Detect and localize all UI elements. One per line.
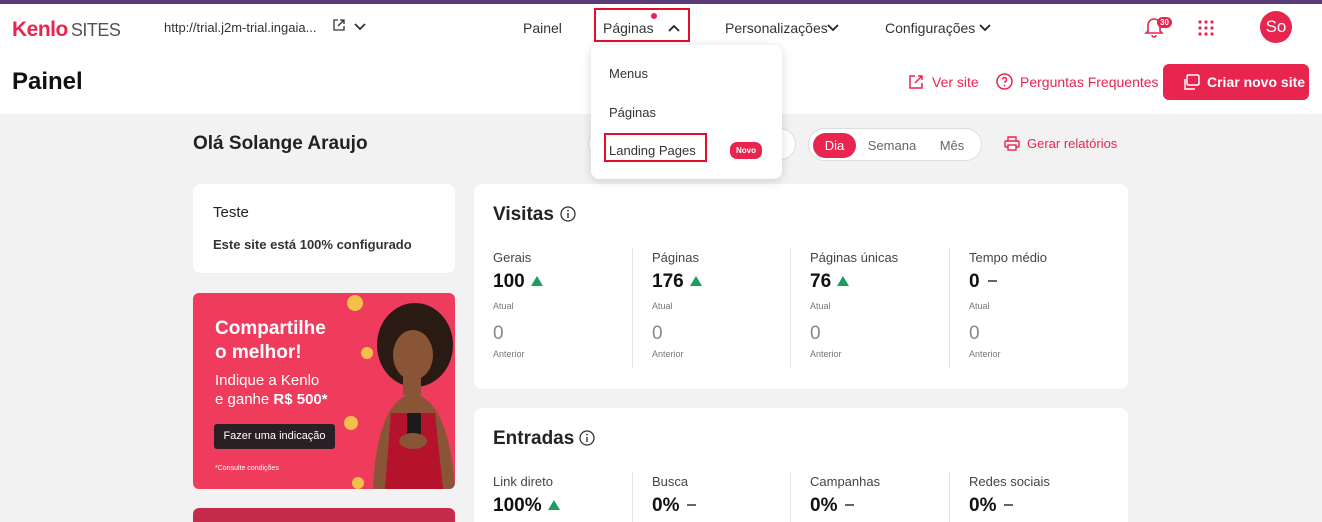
new-site-icon — [1184, 74, 1200, 90]
greeting: Olá Solange Araujo — [193, 133, 368, 154]
menu-item-menus[interactable]: Menus — [609, 66, 648, 81]
period-dia[interactable]: Dia — [813, 133, 856, 158]
trend-flat-icon — [845, 504, 855, 506]
metric-redes-sociais: Redes sociais 0% — [969, 474, 1050, 516]
novo-badge: Novo — [730, 142, 762, 159]
paginas-notification-dot — [651, 13, 657, 19]
site-name: Teste — [213, 204, 249, 221]
divider — [632, 248, 633, 368]
entradas-card: Entradas Link direto 100% Busca 0% Campa… — [474, 408, 1128, 522]
trend-up-icon — [547, 500, 560, 510]
divider — [790, 472, 791, 522]
page-title: Painel — [12, 68, 83, 95]
chevron-down-icon[interactable] — [978, 22, 992, 34]
nav-painel[interactable]: Painel — [523, 20, 562, 36]
period-mes[interactable]: Mês — [929, 133, 975, 158]
metric-campanhas: Campanhas 0% — [810, 474, 881, 516]
divider — [949, 472, 950, 522]
fazer-indicacao-button[interactable]: Fazer uma indicação — [214, 424, 335, 449]
secondary-banner[interactable] — [193, 508, 455, 522]
user-avatar[interactable]: So — [1260, 11, 1292, 43]
site-status: Este site está 100% configurado — [213, 237, 412, 252]
divider — [949, 248, 950, 368]
metric-busca: Busca 0% — [652, 474, 697, 517]
period-semana[interactable]: Semana — [861, 133, 923, 158]
landing-pages-highlight-box — [604, 133, 707, 162]
printer-icon — [1004, 136, 1020, 151]
trend-up-icon — [837, 276, 850, 286]
ver-site-link[interactable]: Ver site — [932, 74, 979, 90]
divider — [790, 248, 791, 368]
promo-headline: Compartilhe o melhor! — [215, 318, 326, 363]
help-circle-icon — [996, 73, 1013, 90]
nav-personalizacoes[interactable]: Personalizações — [725, 20, 828, 36]
external-link-icon — [909, 75, 923, 89]
info-icon[interactable] — [560, 206, 576, 222]
trend-up-icon — [530, 276, 543, 286]
paginas-dropdown-menu: Menus Páginas Landing Pages Novo — [591, 45, 782, 179]
paginas-highlight-box — [594, 8, 690, 42]
promo-body: Indique a Kenlo e ganhe R$ 500* — [215, 372, 328, 408]
criar-novo-site-button[interactable]: Criar novo site — [1163, 64, 1309, 100]
trend-flat-icon — [987, 280, 997, 282]
visitas-title: Visitas — [493, 204, 554, 225]
metric-link-direto: Link direto 100% — [493, 474, 560, 517]
entradas-title: Entradas — [493, 428, 575, 449]
chevron-down-icon[interactable] — [353, 20, 367, 34]
metric-tempo-medio: Tempo médio 0 Atual 0 Anterior — [969, 250, 1048, 359]
woman-with-phone-illustration — [344, 295, 455, 489]
perguntas-frequentes-link[interactable]: Perguntas Frequentes — [1020, 74, 1159, 90]
site-url[interactable]: http://trial.j2m-trial.ingaia... — [164, 20, 316, 35]
trend-up-icon — [689, 276, 702, 286]
chevron-down-icon[interactable] — [826, 22, 840, 34]
visitas-card: Visitas Gerais 100 Atual 0 Anterior Pági… — [474, 184, 1128, 389]
metric-gerais: Gerais 100 Atual 0 Anterior — [493, 250, 543, 359]
metric-paginas: Páginas 176 Atual 0 Anterior — [652, 250, 702, 359]
teste-site-card[interactable]: Teste Este site está 100% configurado — [193, 184, 455, 273]
apps-grid-icon[interactable] — [1198, 20, 1214, 36]
trend-flat-icon — [687, 504, 697, 506]
metric-paginas-unicas: Páginas únicas 76 Atual 0 Anterior — [810, 250, 899, 359]
info-icon[interactable] — [579, 430, 595, 446]
divider — [632, 472, 633, 522]
external-link-icon[interactable] — [332, 18, 346, 32]
trend-flat-icon — [1004, 504, 1014, 506]
gerar-relatorios-link[interactable]: Gerar relatórios — [1027, 136, 1117, 151]
referral-banner[interactable]: Compartilhe o melhor! Indique a Kenlo e … — [193, 293, 455, 489]
nav-configuracoes[interactable]: Configurações — [885, 20, 975, 36]
promo-footnote: *Consulte condições — [215, 465, 279, 472]
notification-badge: 30 — [1157, 17, 1172, 28]
kenlo-sites-logo[interactable]: Kenlo SITES — [12, 18, 121, 42]
period-selector: Dia Semana Mês — [808, 128, 982, 161]
menu-item-paginas[interactable]: Páginas — [609, 105, 656, 120]
